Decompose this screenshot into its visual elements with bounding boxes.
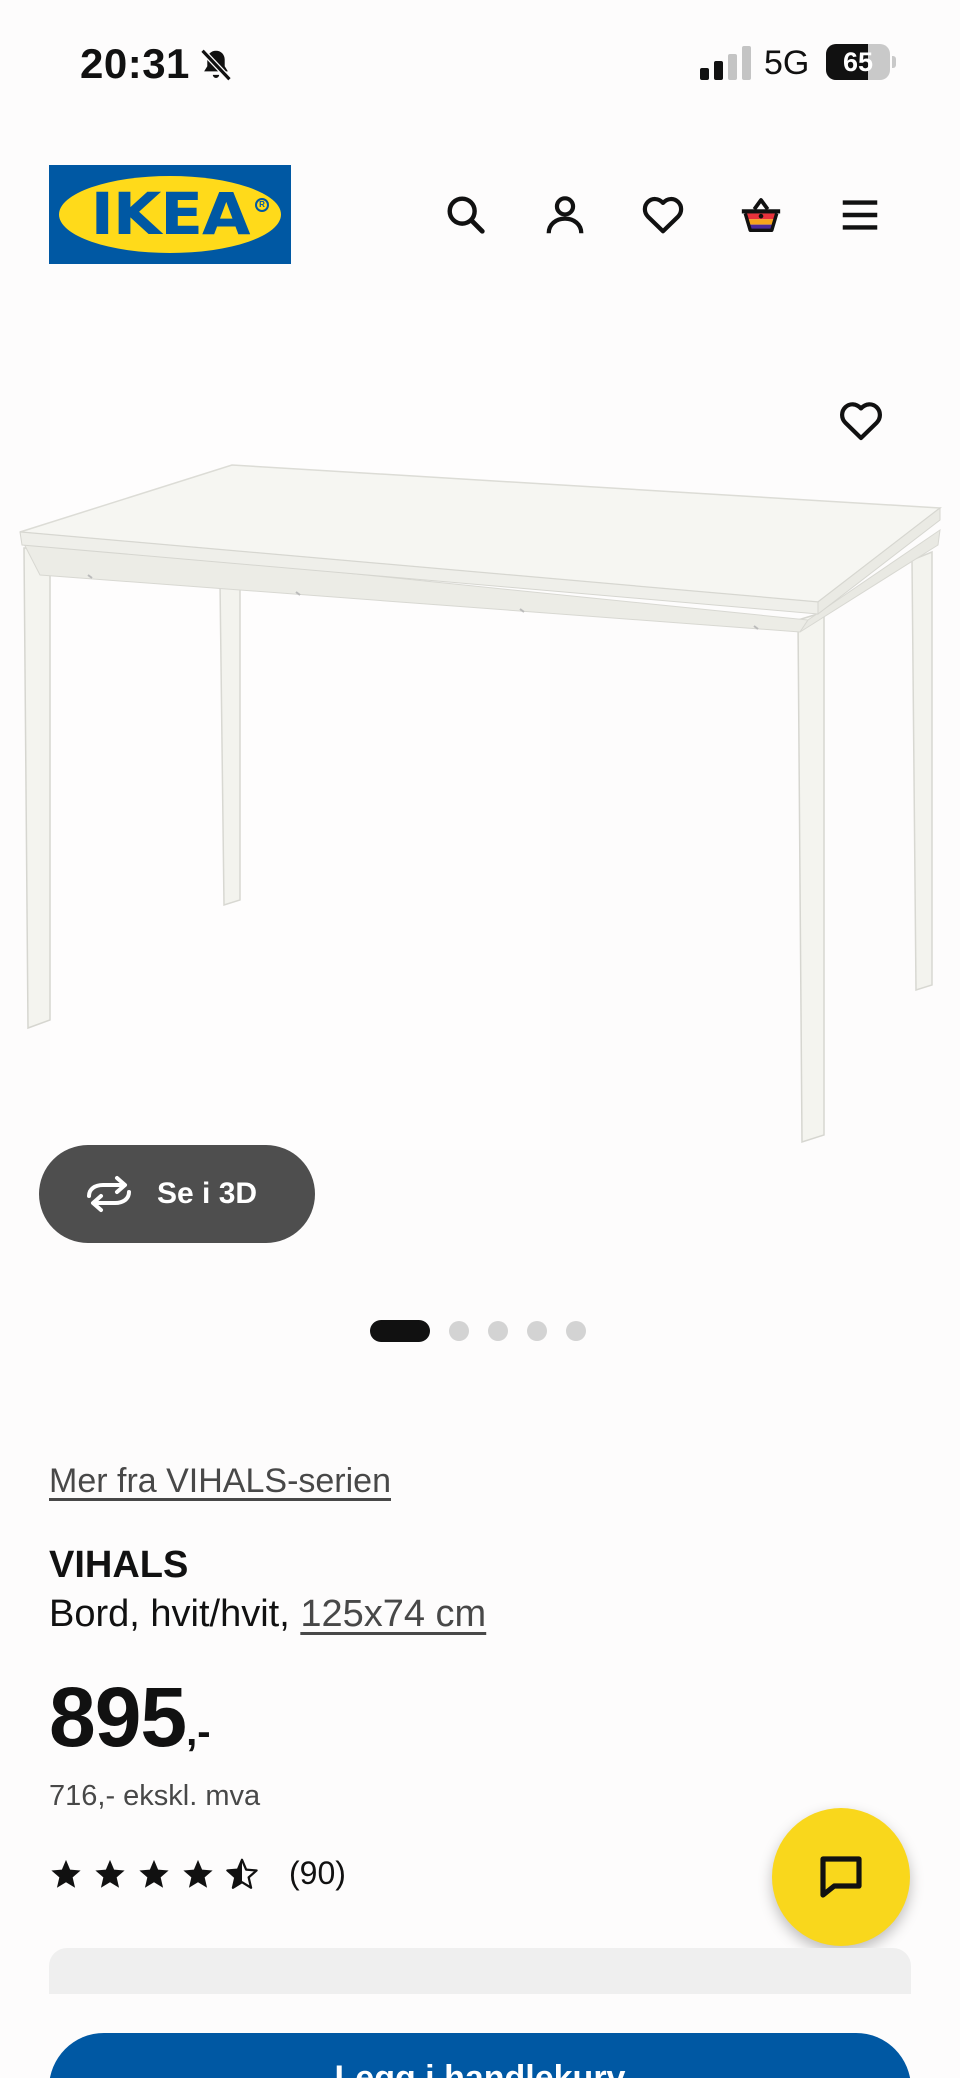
pagination-dot[interactable] [449,1321,469,1341]
info-card-peek[interactable] [49,1948,911,1994]
product-price: 895 ,- [49,1672,211,1762]
signal-icon [700,46,751,80]
rating-count: (90) [289,1855,346,1891]
status-bar: 20:31 5G 65 [0,0,960,130]
product-wishlist-icon[interactable] [830,390,892,452]
price-excl-vat: 716,- ekskl. mva [49,1780,261,1812]
star-half-icon [226,1858,258,1889]
star-icon [139,1859,169,1888]
series-link[interactable]: Mer fra VIHALS-serien [49,1462,391,1501]
product-size-link[interactable]: 125x74 cm [300,1593,486,1635]
pagination-dot[interactable] [370,1320,430,1342]
price-amount: 895 [49,1670,187,1764]
star-icon [51,1859,81,1888]
view-3d-label: Se i 3D [157,1177,258,1210]
chat-icon [820,1856,862,1898]
network-type: 5G [764,44,810,82]
product-image[interactable] [0,300,960,1270]
pagination-dot[interactable] [527,1321,547,1341]
view-3d-button[interactable]: Se i 3D [39,1145,315,1243]
product-name: VIHALS [49,1544,189,1586]
logo-text: IKEA [90,180,251,248]
star-icon [183,1859,213,1888]
add-to-cart-label: Legg i handlekurv [334,2059,626,2078]
menu-icon[interactable] [830,185,890,245]
pagination-dot[interactable] [566,1321,586,1341]
status-time: 20:31 [80,40,190,87]
bell-muted-icon [200,48,232,82]
search-icon[interactable] [436,185,496,245]
battery-level: 65 [842,47,874,77]
add-to-cart-button[interactable]: Legg i handlekurv [49,2033,911,2078]
battery-icon: 65 [826,44,896,80]
chat-button[interactable] [772,1808,910,1946]
wishlist-icon[interactable] [633,185,693,245]
product-type: Bord, hvit/hvit, [49,1593,301,1635]
star-icon [95,1859,125,1888]
pagination-dot[interactable] [488,1321,508,1341]
price-suffix: ,- [186,1710,211,1754]
cart-icon[interactable] [731,185,791,245]
image-pagination [370,1320,586,1342]
ikea-logo[interactable]: IKEA R [49,165,291,264]
product-rating[interactable]: (90) [49,1855,346,1892]
rotate-3d-icon [87,1176,131,1212]
account-icon[interactable] [535,185,595,245]
product-description: Bord, hvit/hvit, 125x74 cm [49,1593,486,1636]
